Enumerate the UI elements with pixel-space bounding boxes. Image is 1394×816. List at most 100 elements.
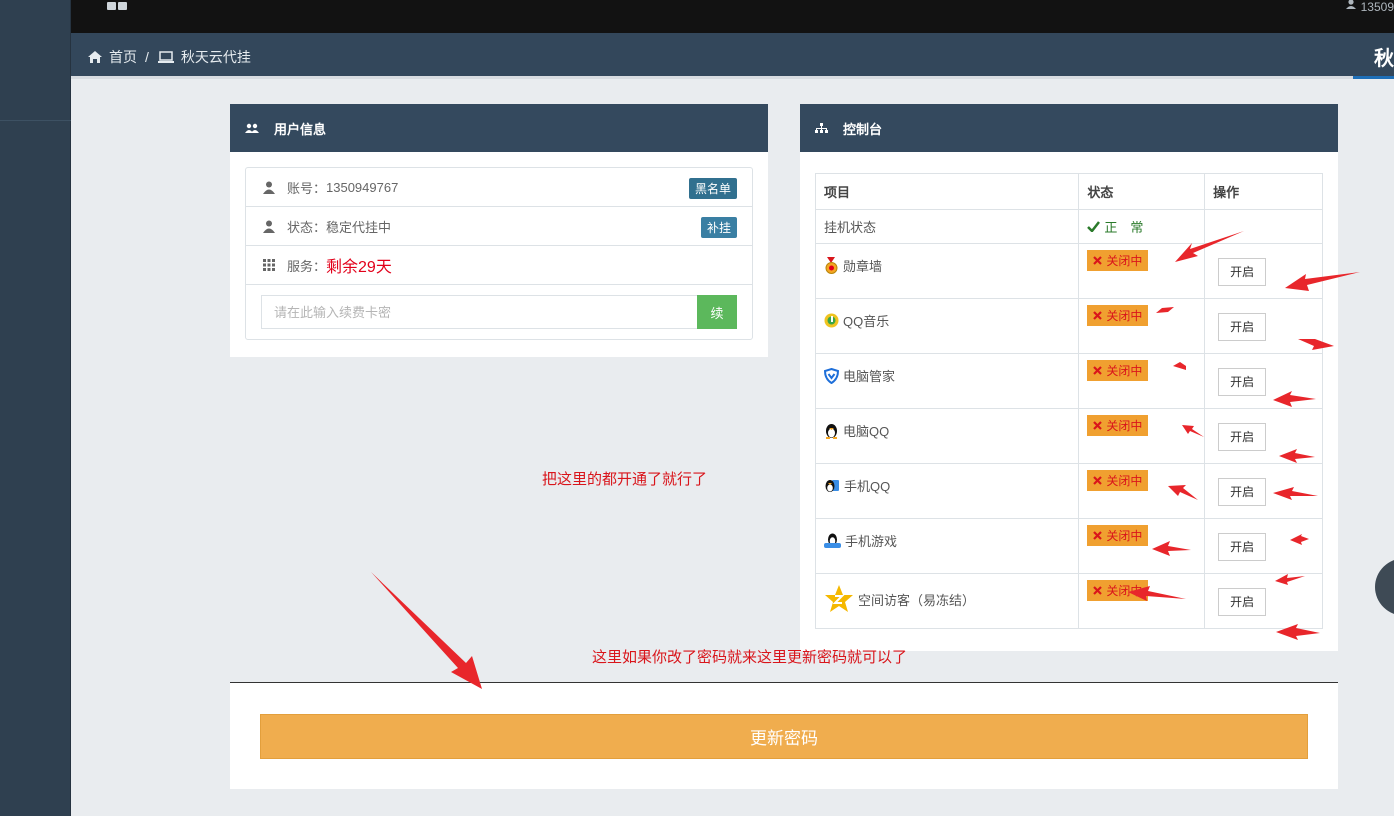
status-badge: 关闭中 — [1087, 580, 1149, 601]
open-button[interactable]: 开启 — [1218, 533, 1267, 561]
item-cell: 电脑管家 — [814, 353, 1080, 409]
console-title: 控制台 — [843, 121, 883, 137]
table-row: 电脑管家 关闭中 开启 — [814, 353, 1323, 409]
open-button[interactable]: 开启 — [1218, 313, 1267, 341]
grid-icon — [261, 259, 277, 271]
status-cell: 关闭中 — [1078, 298, 1206, 354]
user-icon — [261, 220, 277, 233]
close-icon — [1093, 421, 1103, 430]
item-name: 电脑管家 — [843, 369, 896, 384]
annotation-arrow — [371, 572, 482, 689]
status-text: 关闭中 — [1106, 309, 1143, 323]
card-code-input[interactable] — [261, 295, 697, 329]
status-badge: 关闭中 — [1087, 250, 1149, 271]
status-cell: 关闭中 — [1078, 353, 1206, 409]
renew-button[interactable]: 续 — [697, 295, 737, 329]
medal-icon — [825, 257, 838, 274]
status-cell: 关闭中 — [1078, 573, 1206, 629]
account-label: 账号： — [287, 180, 327, 196]
hang-action-cell — [1204, 209, 1323, 244]
action-cell: 开启 — [1204, 463, 1323, 519]
password-panel: 更新密码 — [230, 682, 1338, 789]
shield-icon — [824, 367, 839, 384]
mobile-qq-icon — [825, 480, 839, 492]
home-icon — [88, 51, 102, 63]
breadcrumb-home[interactable]: 首页 — [109, 47, 137, 67]
sitemap-icon — [815, 122, 828, 133]
close-icon — [1093, 476, 1103, 485]
user-info-header: 用户信息 — [230, 104, 768, 152]
item-cell: 手机游戏 — [814, 518, 1080, 574]
hang-label: 挂机状态 — [814, 209, 1080, 244]
header-status: 状态 — [1078, 173, 1206, 210]
table-row: QQ音乐 关闭中 开启 — [814, 298, 1323, 354]
close-icon — [1093, 531, 1103, 540]
breadcrumb-current[interactable]: 秋天云代挂 — [181, 47, 251, 67]
user-info-panel: 用户信息 账号： 1350949767 黑名单 状态： 稳定代挂中 补挂 服务：… — [230, 104, 768, 357]
action-cell: 开启 — [1204, 408, 1323, 464]
open-button[interactable]: 开启 — [1218, 588, 1267, 616]
status-text: 关闭中 — [1106, 584, 1143, 598]
table-row: 手机QQ 关闭中 开启 — [814, 463, 1323, 519]
supplement-badge[interactable]: 补挂 — [700, 217, 737, 238]
table-row: 空间访客（易冻结） 关闭中 开启 — [814, 573, 1323, 629]
floating-edge-button[interactable] — [1375, 558, 1394, 616]
service-value: 剩余29天 — [326, 259, 392, 276]
status-text: 关闭中 — [1106, 254, 1143, 268]
laptop-icon — [157, 50, 174, 63]
table-row: 电脑QQ 关闭中 开启 — [814, 408, 1323, 464]
console-header: 控制台 — [800, 104, 1338, 152]
open-button[interactable]: 开启 — [1218, 423, 1267, 451]
action-cell: 开启 — [1204, 353, 1323, 409]
header-action: 操作 — [1204, 173, 1323, 210]
open-button[interactable]: 开启 — [1218, 258, 1267, 286]
open-button[interactable]: 开启 — [1218, 478, 1267, 506]
penguin-icon — [826, 423, 837, 439]
hang-status-row: 挂机状态 正 常 — [814, 209, 1323, 244]
status-badge: 关闭中 — [1087, 415, 1149, 436]
update-password-button[interactable]: 更新密码 — [260, 714, 1308, 759]
item-name: 空间访客（易冻结） — [858, 592, 976, 608]
status-cell: 关闭中 — [1078, 408, 1206, 464]
status-label: 状态： — [287, 219, 327, 235]
breadcrumb-separator: / — [145, 49, 149, 65]
open-button[interactable]: 开启 — [1218, 368, 1267, 396]
status-badge: 关闭中 — [1087, 470, 1149, 491]
page-title-fragment: 秋 — [1374, 48, 1394, 70]
star-icon — [825, 585, 853, 612]
action-cell: 开启 — [1204, 298, 1323, 354]
blacklist-badge[interactable]: 黑名单 — [688, 178, 737, 199]
active-indicator — [1353, 76, 1394, 79]
breadcrumb: 首页 / 秋天云代挂 — [87, 47, 251, 67]
item-name: 电脑QQ — [843, 424, 890, 439]
annotation-note-update-password: 这里如果你改了密码就来这里更新密码就可以了 — [592, 649, 908, 666]
item-name: QQ音乐 — [843, 314, 890, 329]
user-icon — [261, 181, 277, 194]
status-cell: 关闭中 — [1078, 243, 1206, 299]
status-text: 关闭中 — [1106, 529, 1143, 543]
item-cell: 空间访客（易冻结） — [814, 573, 1080, 629]
table-row: 手机游戏 关闭中 开启 — [814, 518, 1323, 574]
status-cell: 关闭中 — [1078, 463, 1206, 519]
close-icon — [1093, 586, 1103, 595]
user-info-title: 用户信息 — [274, 121, 327, 137]
menu-toggle-icon[interactable] — [107, 2, 127, 10]
check-icon — [1087, 221, 1101, 232]
item-cell: 手机QQ — [814, 463, 1080, 519]
item-name: 手机QQ — [844, 479, 891, 494]
console-panel: 控制台 项目 状态 操作 挂机状态 正 常 勋章墙 关闭中 开启 QQ音乐 关闭… — [800, 104, 1338, 651]
user-menu[interactable]: 13509 — [1345, 0, 1394, 14]
music-icon — [824, 313, 839, 328]
hang-status: 正 常 — [1087, 217, 1204, 236]
breadcrumb-bar: 首页 / 秋天云代挂 秋 — [71, 33, 1394, 79]
control-table: 项目 状态 操作 挂机状态 正 常 勋章墙 关闭中 开启 QQ音乐 关闭中 开启… — [814, 173, 1323, 629]
sidebar-divider — [0, 120, 71, 121]
account-value: 1350949767 — [326, 179, 399, 195]
status-badge: 关闭中 — [1087, 525, 1149, 546]
action-cell: 开启 — [1204, 243, 1323, 299]
hang-status-cell: 正 常 — [1078, 209, 1206, 244]
user-icon — [1345, 0, 1356, 9]
action-cell: 开启 — [1204, 518, 1323, 574]
header-item: 项目 — [814, 173, 1080, 210]
item-cell: 电脑QQ — [814, 408, 1080, 464]
